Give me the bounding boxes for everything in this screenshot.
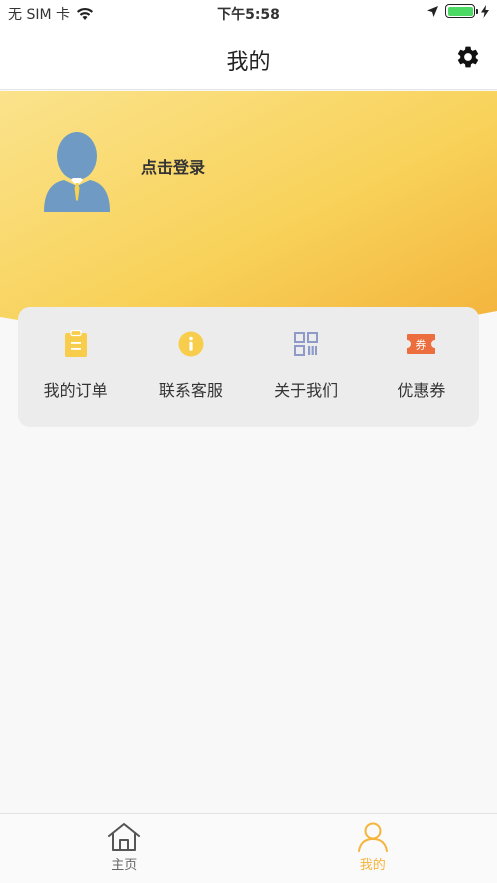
- user-silhouette-icon[interactable]: [42, 128, 112, 214]
- status-bar: 无 SIM 卡 下午5:58: [0, 0, 497, 26]
- battery-icon: [445, 4, 478, 18]
- menu-item-label: 关于我们: [274, 381, 339, 400]
- person-icon: [357, 822, 388, 852]
- ticket-icon: 券: [406, 329, 436, 359]
- info-icon: [176, 329, 206, 359]
- tab-label: 主页: [111, 858, 138, 873]
- status-time: 下午5:58: [217, 7, 280, 23]
- gear-icon[interactable]: [455, 44, 481, 70]
- login-link[interactable]: 点击登录: [141, 154, 205, 178]
- menu-item-about-us[interactable]: 关于我们: [249, 307, 364, 427]
- clipboard-icon: [61, 329, 91, 359]
- status-right: [426, 4, 489, 18]
- menu-item-label: 我的订单: [43, 381, 108, 400]
- ticket-icon-text: 券: [416, 338, 427, 352]
- qrcode-icon: [291, 329, 321, 359]
- tab-bar: 主页 我的: [0, 813, 497, 883]
- tab-mine[interactable]: 我的: [249, 814, 497, 883]
- home-icon: [108, 823, 141, 851]
- location-arrow-icon: [427, 5, 438, 17]
- charging-bolt-icon: [481, 4, 489, 18]
- menu-item-orders[interactable]: 我的订单: [18, 307, 133, 427]
- menu-item-label: 联系客服: [158, 381, 223, 400]
- navigation-bar: 我的: [0, 26, 497, 90]
- menu-item-coupons[interactable]: 券 优惠券: [364, 307, 479, 427]
- quick-menu-card: 我的订单 联系客服 关于我们 券 优惠券: [18, 307, 479, 427]
- tab-label: 我的: [359, 858, 386, 873]
- page-title: 我的: [226, 50, 271, 75]
- menu-item-customer-service[interactable]: 联系客服: [133, 307, 248, 427]
- tab-home[interactable]: 主页: [0, 814, 249, 883]
- menu-item-label: 优惠券: [397, 381, 446, 400]
